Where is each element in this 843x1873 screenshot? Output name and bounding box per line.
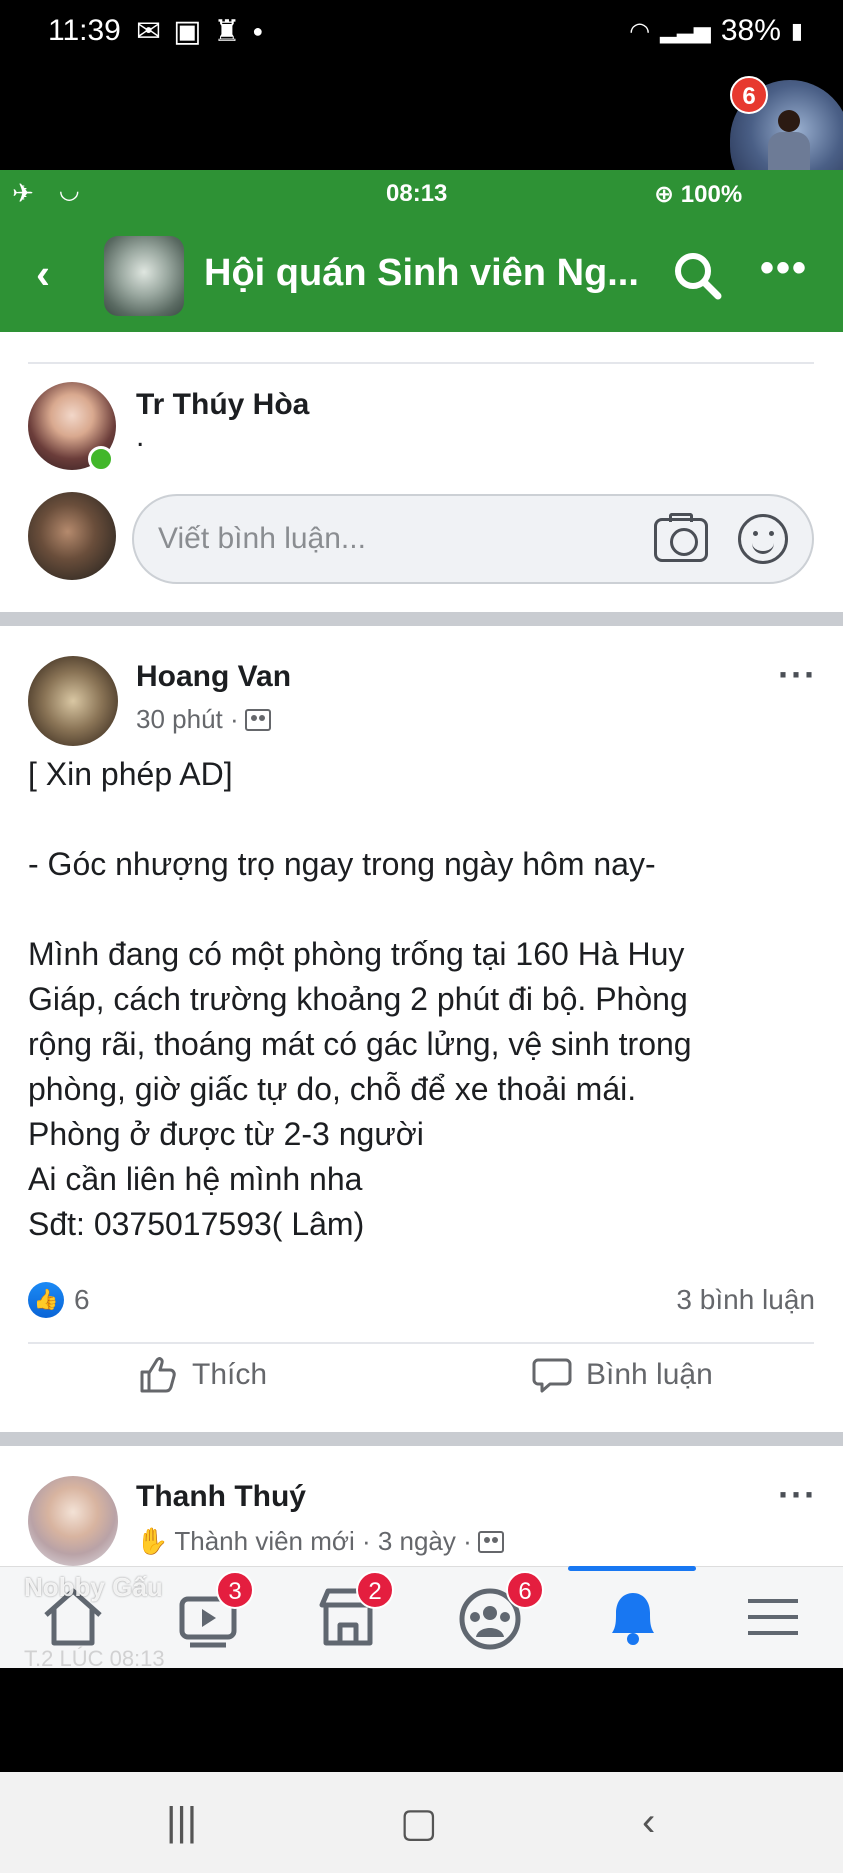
divider: [28, 1342, 814, 1344]
battery-percent: 38%: [720, 14, 781, 47]
comment-bubble-icon: [532, 1358, 572, 1393]
group-privacy-icon: [244, 708, 271, 731]
camera-icon[interactable]: [654, 513, 708, 562]
comment-count[interactable]: 3 bình luận: [676, 1284, 815, 1316]
post-line: - Góc nhượng trọ ngay trong ngày hôm nay…: [28, 846, 656, 882]
tab-groups[interactable]: 6: [448, 1571, 544, 1653]
post-line: Mình đang có một phòng trống tại 160 Hà …: [28, 936, 685, 972]
post-line: Giáp, cách trường khoảng 2 phút đi bộ. P…: [28, 981, 688, 1017]
inner-status-bar: ✈ ◡ 08:13 ⊕ 100%: [0, 170, 843, 216]
active-tab-indicator: [568, 1566, 696, 1571]
inner-time: 08:13: [386, 180, 448, 207]
facebook-screenshot: ✈ ◡ 08:13 ⊕ 100% ‹ Hội quán Sinh viên Ng…: [0, 170, 843, 1668]
group-header: ‹ Hội quán Sinh viên Ng... •••: [0, 216, 843, 332]
avatar[interactable]: [28, 1476, 118, 1566]
gallery-icon: ▣: [173, 15, 202, 48]
post-meta: ✋ Thành viên mới · 3 ngày ·: [136, 1526, 504, 1557]
comment-input[interactable]: Viết bình luận...: [132, 494, 814, 584]
post-options-icon[interactable]: ···: [778, 654, 817, 696]
wifi-icon: ◡: [60, 177, 79, 204]
more-options-icon[interactable]: •••: [760, 246, 808, 291]
system-navigation-bar: ||| ▢ ‹: [0, 1772, 843, 1873]
tab-watch[interactable]: 3: [166, 1571, 256, 1653]
wifi-icon: ◠: [629, 17, 651, 45]
home-button[interactable]: ▢: [400, 1800, 438, 1846]
post-separator: [0, 612, 843, 626]
post-line: [ Xin phép AD]: [28, 756, 233, 792]
messenger-icon: ✉: [136, 15, 162, 48]
marketplace-badge: 2: [356, 1571, 394, 1609]
phone-status-bar: 11:39 ✉ ▣ ♜ ● ◠ ▂▃▅ 38% ▮: [0, 0, 843, 62]
like-count[interactable]: 6: [74, 1284, 90, 1316]
online-status-dot: [88, 446, 114, 472]
chat-head-badge: 6: [730, 76, 768, 114]
new-member-icon: ✋: [136, 1526, 169, 1556]
search-icon[interactable]: [668, 246, 728, 306]
member-meta: Thành viên mới · 3 ngày ·: [174, 1526, 472, 1556]
group-avatar[interactable]: [104, 236, 184, 316]
dot-icon: ●: [252, 21, 264, 41]
comment-button[interactable]: Bình luận: [532, 1356, 713, 1394]
post-line: [28, 887, 828, 932]
post-line: Sđt: 0375017593( Lâm): [28, 1206, 365, 1242]
watch-badge: 3: [216, 1571, 254, 1609]
battery-icon: ▮: [790, 18, 803, 43]
post-line: rộng rãi, thoáng mát có gác lửng, vệ sin…: [28, 1026, 692, 1062]
group-title[interactable]: Hội quán Sinh viên Ng...: [204, 252, 639, 295]
recent-apps-button[interactable]: |||: [166, 1800, 197, 1845]
back-nav-button[interactable]: ‹: [642, 1800, 655, 1845]
like-button[interactable]: Thích: [138, 1356, 267, 1394]
group-privacy-icon: [477, 1530, 504, 1553]
post-meta: 30 phút ·: [136, 704, 271, 735]
comment-text: .: [136, 420, 145, 453]
sender-name-overlay: Nobby Gấu: [24, 1572, 163, 1602]
current-user-avatar: [28, 492, 116, 580]
divider: [28, 362, 814, 364]
post-time[interactable]: 30 phút ·: [136, 704, 239, 735]
post-line: Ai cần liên hệ mình nha: [28, 1161, 363, 1197]
post-separator: [0, 1432, 843, 1446]
airplane-icon: ✈: [12, 178, 34, 208]
comment-label: Bình luận: [586, 1358, 713, 1391]
tab-marketplace[interactable]: 2: [306, 1571, 396, 1653]
comment-author[interactable]: Tr Thúy Hòa: [136, 388, 309, 422]
like-reaction-icon[interactable]: 👍: [28, 1282, 64, 1318]
post-line: phòng, giờ giấc tự do, chỗ để xe thoải m…: [28, 1071, 637, 1107]
notification-icon: ♜: [213, 15, 241, 48]
emoji-icon[interactable]: [738, 514, 788, 564]
groups-badge: 6: [506, 1571, 544, 1609]
signal-icon: ▂▃▅: [660, 18, 711, 43]
tab-menu[interactable]: [728, 1581, 818, 1653]
back-button[interactable]: ‹: [36, 250, 50, 298]
menu-icon: [748, 1599, 798, 1635]
post-line: [28, 797, 828, 842]
sent-time-overlay: T.2 LÚC 08:13: [24, 1646, 165, 1671]
comment-placeholder: Viết bình luận...: [158, 522, 366, 555]
like-label: Thích: [192, 1358, 268, 1391]
status-time: 11:39: [48, 14, 121, 47]
thumbs-up-icon: [140, 1357, 176, 1393]
post-author[interactable]: Thanh Thuý: [136, 1480, 306, 1514]
post-line: Phòng ở được từ 2-3 người: [28, 1116, 424, 1152]
tab-notifications[interactable]: [588, 1581, 678, 1653]
post-body: [ Xin phép AD] - Góc nhượng trọ ngay tro…: [28, 752, 828, 1247]
inner-battery: ⊕ 100%: [654, 181, 743, 208]
bell-icon: [612, 1593, 654, 1645]
post-options-icon[interactable]: ···: [778, 1474, 817, 1516]
post-author[interactable]: Hoang Van: [136, 660, 291, 694]
avatar[interactable]: [28, 656, 118, 746]
